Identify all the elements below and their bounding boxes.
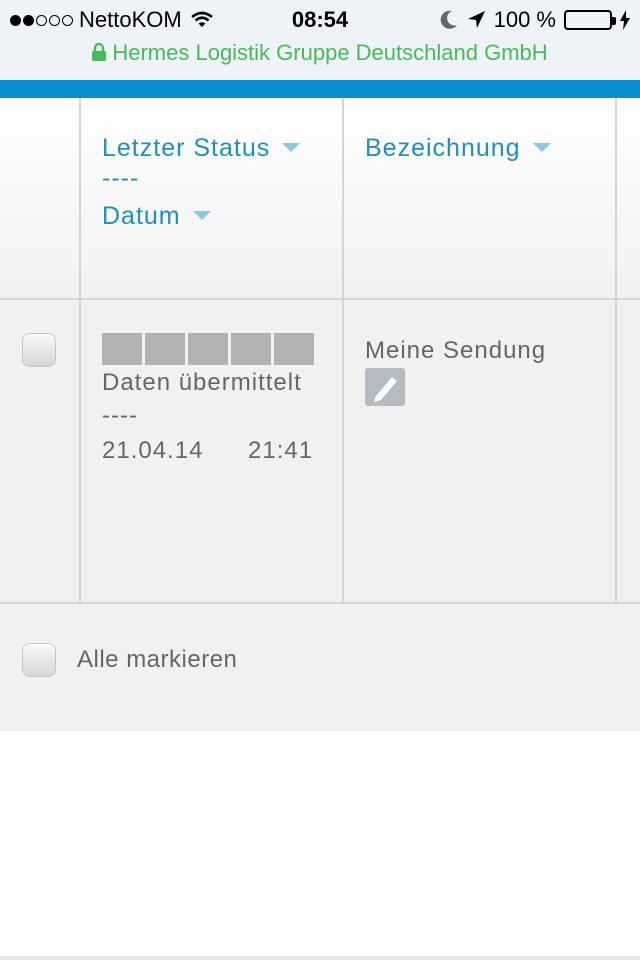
column-divider [79,300,81,602]
edit-pencil-icon[interactable] [365,368,405,406]
row-time: 21:41 [248,437,314,464]
select-all-label[interactable]: Alle markieren [77,646,237,674]
charging-bolt-icon [620,10,630,30]
sort-date-header[interactable]: Datum [102,202,211,231]
row-status: Daten übermittelt [102,369,302,396]
header-separator: ---- [102,164,140,192]
battery-icon [564,10,616,30]
page-bottom-divider [0,956,640,960]
lock-icon [92,43,107,61]
location-arrow-icon [467,11,485,28]
column-divider [615,98,617,298]
column-divider [79,98,81,298]
status-bar: NettoKOM 08:54 100 % [0,0,640,40]
name-header-label: Bezeichnung [365,134,521,162]
sort-name-header[interactable]: Bezeichnung [365,134,551,163]
select-all-checkbox[interactable] [22,643,56,677]
date-header-label: Datum [102,202,181,230]
battery-percent: 100 % [493,7,556,32]
redacted-tracking-number [102,333,314,365]
table-row[interactable]: Daten übermittelt ---- 21.04.14 21:41 Me… [0,300,640,604]
column-divider [615,300,617,602]
row-date: 21.04.14 [102,437,204,464]
table-footer: Alle markieren [0,604,640,731]
row-name: Meine Sendung [365,337,547,364]
site-name: Hermes Logistik Gruppe Deutschland GmbH [112,40,548,65]
sort-status-header[interactable]: Letzter Status [102,134,301,163]
row-checkbox[interactable] [22,333,56,367]
sort-down-icon [282,143,301,152]
status-header-label: Letzter Status [102,134,271,162]
moon-icon [440,10,457,29]
header-accent-strip [0,80,640,98]
table-header-row: Letzter Status ---- Datum Bezeichnung [0,98,640,300]
column-divider [342,98,344,298]
sort-down-icon [532,143,551,152]
row-separator: ---- [102,402,138,429]
column-divider [342,300,344,602]
url-bar[interactable]: Hermes Logistik Gruppe Deutschland GmbH [0,40,640,80]
sort-down-icon [192,211,211,220]
